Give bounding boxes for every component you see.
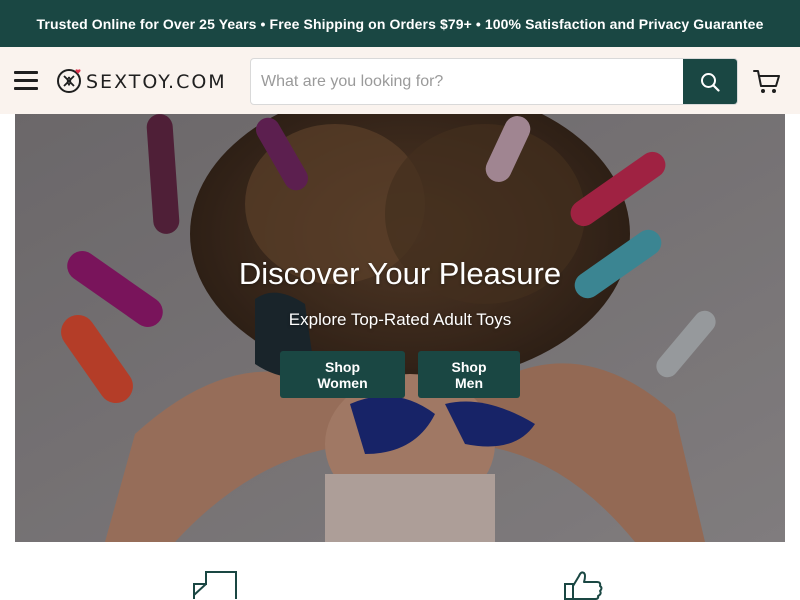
hero-content: Discover Your Pleasure Explore Top-Rated… (15, 114, 785, 542)
shop-women-button[interactable]: Shop Women (280, 351, 405, 398)
logo-text: SEXTOY.COM (86, 71, 227, 93)
announcement-text: Trusted Online for Over 25 Years • Free … (36, 15, 764, 32)
search-icon (701, 72, 720, 92)
logo-mark-icon (57, 69, 81, 93)
site-header: SEXTOY.COM (0, 47, 800, 114)
hero-subtitle: Explore Top-Rated Adult Toys (288, 310, 512, 329)
search-bar (250, 58, 738, 105)
hero-title: Discover Your Pleasure (238, 256, 562, 291)
site-logo[interactable]: SEXTOY.COM (56, 67, 227, 95)
hero-banner: Discover Your Pleasure Explore Top-Rated… (15, 114, 785, 542)
shop-men-button[interactable]: Shop Men (418, 351, 520, 398)
cart-icon[interactable] (753, 69, 781, 95)
search-input[interactable] (251, 59, 683, 104)
hamburger-menu-icon[interactable] (14, 71, 38, 91)
thumbs-up-icon (564, 571, 603, 600)
hero-button-group: Shop Women Shop Men (15, 351, 785, 398)
announcement-bar: Trusted Online for Over 25 Years • Free … (0, 0, 800, 47)
box-icon (193, 571, 237, 599)
search-button[interactable] (683, 59, 737, 104)
